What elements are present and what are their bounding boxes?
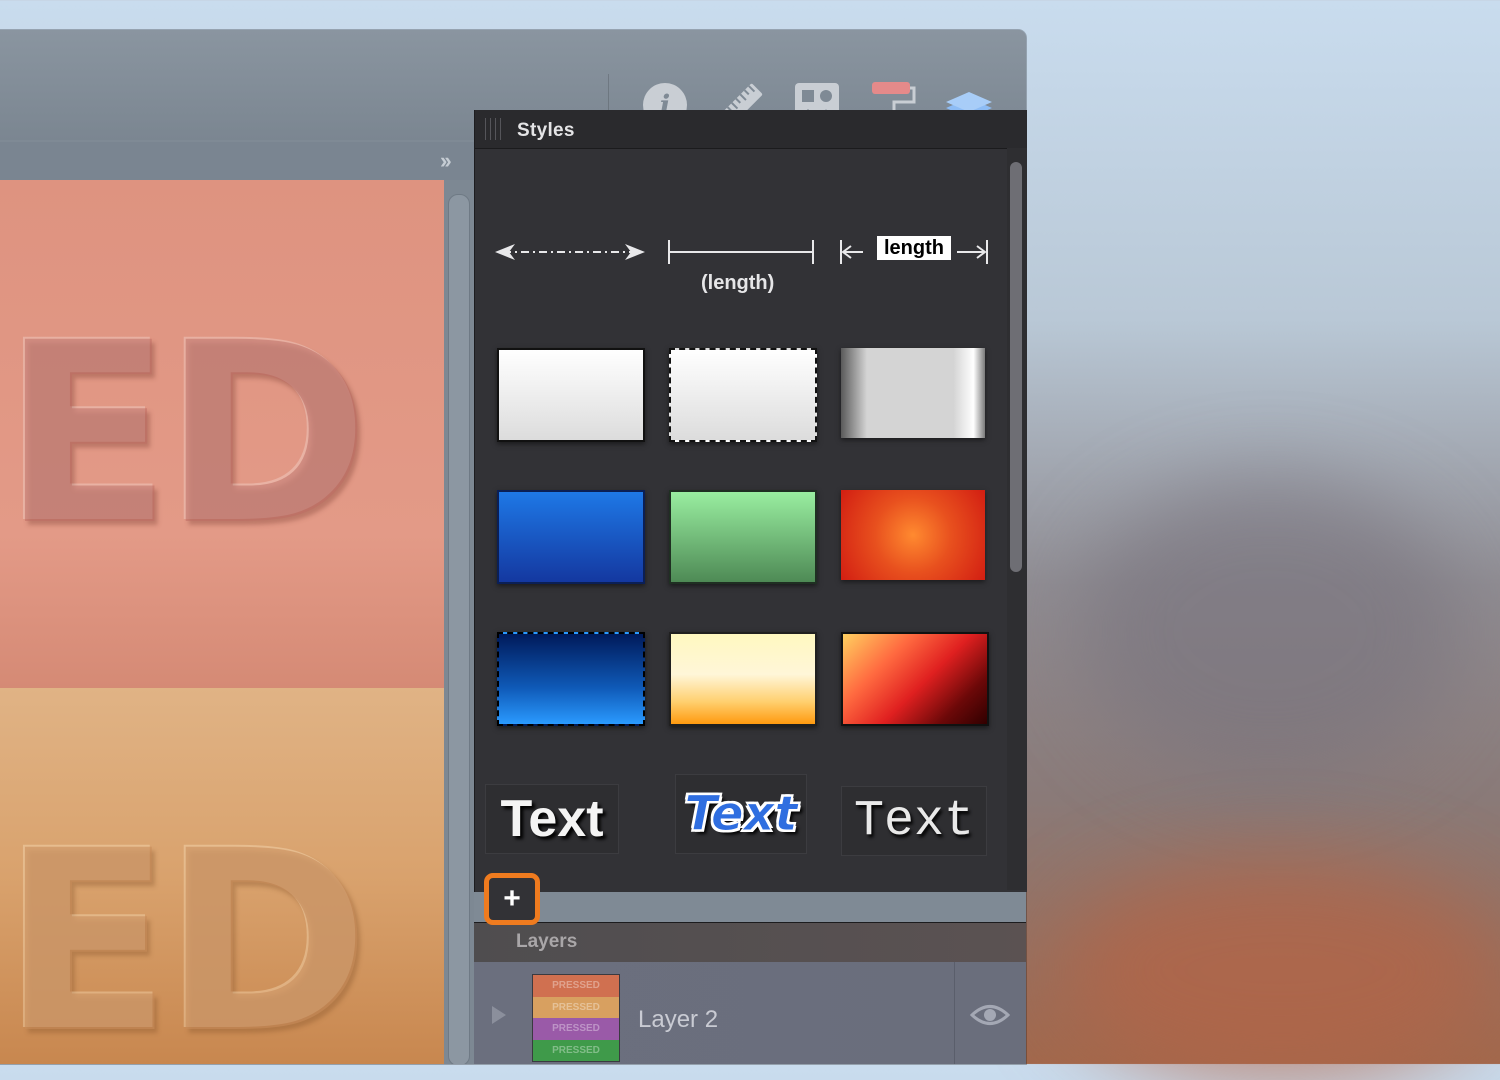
line-style-dimension[interactable] [665, 232, 817, 272]
drag-grip-icon[interactable] [485, 118, 503, 140]
line-style-dashdot-arrows[interactable] [493, 232, 647, 272]
canvas-scrollbar[interactable] [444, 180, 474, 1064]
style-swatch-white-gradient[interactable] [497, 348, 645, 442]
text-style-blue-outline[interactable]: Text [675, 774, 807, 854]
layer-thumbnail-row: PRESSED [533, 1039, 619, 1061]
canvas-text-top: ED [2, 289, 370, 580]
canvas-text-bottom: ED [2, 797, 370, 1065]
dimension-length-label: (length) [701, 272, 775, 294]
layer-thumbnail-row: PRESSED [533, 1018, 619, 1040]
layer-row-divider [954, 962, 955, 1064]
layer-name: Layer 2 [638, 1006, 719, 1033]
style-swatch-green-gradient[interactable] [669, 490, 817, 584]
text-style-bold-shadow-label: Text [500, 790, 604, 848]
canvas-header: ›› [0, 142, 474, 181]
layers-panel-header: Layers [474, 922, 1026, 963]
canvas-tile-bottom[interactable]: ED [0, 688, 444, 1064]
style-swatch-sunrise[interactable] [669, 632, 817, 726]
layer-thumbnail: PRESSED PRESSED PRESSED PRESSED [532, 974, 620, 1062]
text-style-serif-emboss[interactable]: Text [841, 786, 987, 856]
desktop-wallpaper-rock [1060, 860, 1500, 1080]
disclosure-triangle-icon[interactable] [492, 1006, 506, 1024]
style-swatch-navy-dashed[interactable] [497, 632, 645, 726]
collapse-chevron-icon[interactable]: ›› [440, 148, 452, 174]
text-style-bold-shadow[interactable]: Text [485, 784, 619, 854]
canvas-scrollbar-thumb[interactable] [448, 194, 470, 1064]
layer-row[interactable]: PRESSED PRESSED PRESSED PRESSED Layer 2 [474, 962, 1026, 1064]
styles-panel-header: Styles [475, 110, 1027, 149]
layer-thumbnail-row: PRESSED [533, 996, 619, 1018]
style-swatch-fire-diagonal[interactable] [841, 632, 989, 726]
style-swatch-white-dashed[interactable] [669, 348, 817, 442]
styles-panel-scrollbar[interactable] [1007, 148, 1027, 890]
layers-panel-title: Layers [516, 931, 578, 952]
canvas-tile-top[interactable]: ED [0, 180, 444, 688]
style-swatch-gray-cylinder[interactable] [841, 348, 985, 438]
eye-icon[interactable] [970, 1002, 1010, 1028]
add-style-button[interactable]: + [484, 873, 540, 925]
text-style-serif-emboss-label: Text [853, 792, 975, 850]
style-swatch-orange-radial[interactable] [841, 490, 985, 580]
desktop-wallpaper-cloud [1080, 480, 1460, 780]
styles-panel-scrollbar-thumb[interactable] [1010, 162, 1022, 572]
styles-panel: Styles (length) length Text Text Text + [474, 110, 1027, 925]
styles-panel-title: Styles [517, 120, 575, 141]
text-style-blue-outline-label: Text [684, 786, 798, 843]
dimension-length-box: length [877, 236, 951, 260]
layer-thumbnail-row: PRESSED [533, 975, 619, 997]
style-swatch-blue-gradient[interactable] [497, 490, 645, 584]
